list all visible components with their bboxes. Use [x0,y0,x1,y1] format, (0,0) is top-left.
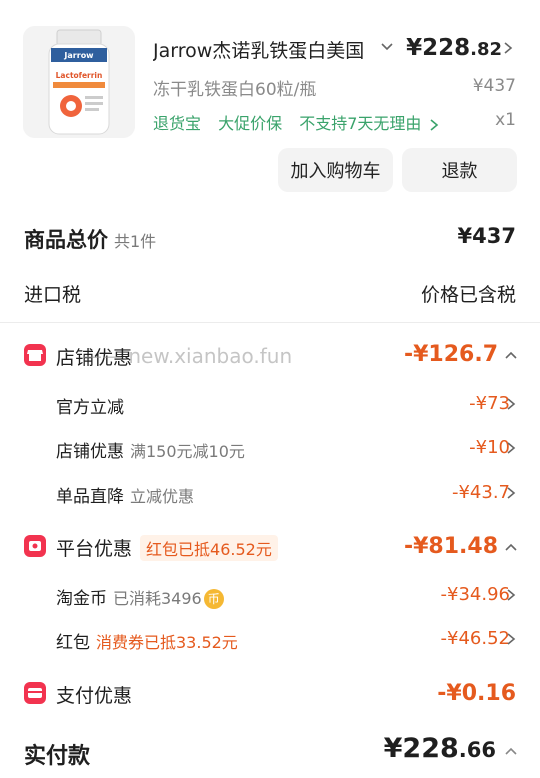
import-tax-value: 价格已含税 [420,284,516,306]
add-to-cart-button[interactable]: 加入购物车 [278,148,393,192]
chevron-right-icon[interactable] [506,397,516,411]
watermark: —— new.xianbao.fun [82,344,293,368]
svg-text:Jarrow: Jarrow [63,51,94,60]
chevron-right-icon[interactable] [506,632,516,646]
chevron-right-icon[interactable] [502,41,514,55]
store-icon [24,344,46,366]
total-price-value: ¥437 [457,224,516,248]
platform-discount-label[interactable]: 平台优惠 红包已抵46.52元 [56,534,278,561]
discount-item-value: -¥10 [469,437,510,458]
service-tag: 退货宝 [153,114,202,133]
chevron-up-icon[interactable] [504,746,518,756]
payment-discount-label: 支付优惠 [56,685,133,707]
quantity: x1 [495,110,516,130]
service-tag: 不支持7天无理由 [299,114,422,133]
total-price-label: 商品总价 共1件 [24,228,157,252]
discount-item[interactable]: 店铺优惠 满150元减10元 [56,437,245,462]
discount-item-value: -¥46.52 [440,628,510,649]
product-name[interactable]: Jarrow杰诺乳铁蛋白美国 [153,36,368,63]
product-image[interactable]: Jarrow Lactoferrin [23,26,135,138]
coin-icon: 币 [203,589,224,609]
chevron-right-icon[interactable] [429,118,439,131]
discount-item-value: -¥34.96 [440,584,510,605]
platform-discount-value: -¥81.48 [403,534,498,559]
wallet-icon [24,682,46,704]
svg-text:Lactoferrin: Lactoferrin [56,71,103,80]
payment-discount-value: -¥0.16 [437,681,516,706]
discount-item[interactable]: 红包 消费券已抵33.52元 [56,628,238,653]
paid-value: ¥228.66 [383,733,496,764]
discount-item-value: -¥43.7 [451,482,510,503]
service-tag: 大促价保 [218,114,283,133]
original-price: ¥437 [472,76,516,96]
paid-label: 实付款 [24,744,91,769]
chevron-down-icon[interactable] [380,40,394,54]
chevron-right-icon[interactable] [506,486,516,500]
product-card[interactable]: Jarrow Lactoferrin Jarrow杰诺乳铁蛋白美国 ¥228.8… [0,0,540,205]
chevron-right-icon[interactable] [506,588,516,602]
divider [0,322,540,323]
product-price: ¥228.82 [406,35,502,61]
chevron-up-icon[interactable] [504,542,518,552]
supplement-bottle-icon: Jarrow Lactoferrin [23,26,135,138]
discount-item[interactable]: 单品直降 立减优惠 [56,482,194,507]
coupon-icon [24,535,46,557]
refund-button[interactable]: 退款 [402,148,517,192]
chevron-right-icon[interactable] [506,441,516,455]
discount-item-value: -¥73 [469,393,510,414]
discount-item[interactable]: 淘金币 已消耗3496 币 [56,584,224,609]
import-tax-label: 进口税 [24,284,82,306]
chevron-up-icon[interactable] [504,350,518,360]
store-discount-value: -¥126.7 [403,342,498,367]
discount-item[interactable]: 官方立减 [56,393,124,418]
platform-discount-badge: 红包已抵46.52元 [140,535,278,561]
service-tags[interactable]: 退货宝 大促价保 不支持7天无理由 [153,110,439,134]
product-spec: 冻干乳铁蛋白60粒/瓶 [153,80,317,100]
